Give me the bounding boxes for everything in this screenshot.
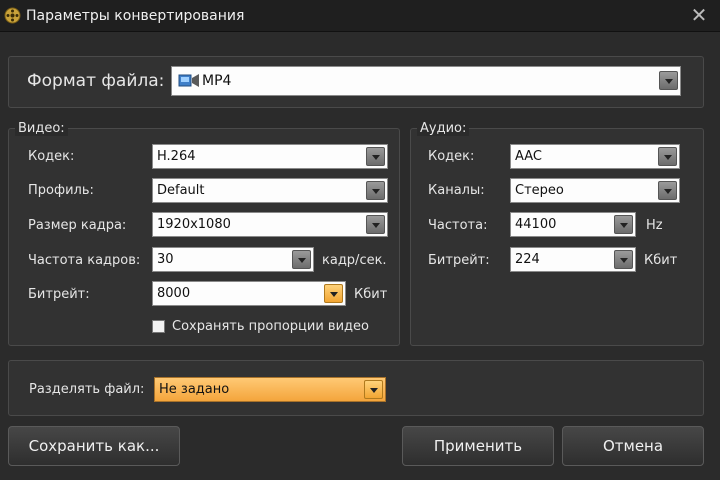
- chevron-down-icon[interactable]: [614, 215, 633, 234]
- frame-size-select[interactable]: 1920x1080: [152, 212, 388, 237]
- chevron-down-icon[interactable]: [292, 250, 311, 269]
- video-bitrate-select[interactable]: 8000: [152, 281, 346, 306]
- frame-size-value: 1920x1080: [157, 217, 231, 232]
- chevron-down-icon[interactable]: [614, 250, 633, 269]
- video-profile-select[interactable]: Default: [152, 178, 388, 203]
- keep-aspect-checkbox[interactable]: [152, 320, 165, 333]
- title-bar: Параметры конвертирования ✕: [0, 0, 720, 32]
- format-panel: Формат файла: MP4: [8, 56, 704, 108]
- split-panel: Разделять файл: Не задано: [8, 360, 704, 416]
- frequency-label: Частота:: [428, 218, 488, 233]
- video-codec-label: Кодек:: [28, 149, 75, 164]
- channels-value: Стерео: [515, 183, 564, 198]
- cancel-button[interactable]: Отмена: [562, 426, 704, 466]
- audio-bitrate-label: Битрейт:: [428, 253, 490, 268]
- channels-select[interactable]: Стерео: [510, 178, 680, 203]
- split-label: Разделять файл:: [29, 382, 145, 397]
- film-reel-icon: [4, 7, 21, 24]
- video-bitrate-value: 8000: [157, 286, 191, 301]
- video-group-label: Видео:: [15, 121, 68, 136]
- chevron-down-icon[interactable]: [324, 284, 343, 303]
- frame-size-label: Размер кадра:: [28, 218, 127, 233]
- chevron-down-icon[interactable]: [366, 181, 385, 200]
- audio-group-label: Аудио:: [417, 121, 470, 136]
- audio-codec-value: AAC: [515, 149, 542, 164]
- audio-bitrate-unit: Кбит: [644, 253, 678, 268]
- frequency-select[interactable]: 44100: [510, 212, 636, 237]
- video-codec-value: H.264: [157, 149, 196, 164]
- video-bitrate-unit: Кбит: [354, 287, 388, 302]
- chevron-down-icon[interactable]: [364, 380, 383, 399]
- format-label: Формат файла:: [27, 71, 165, 91]
- frequency-value: 44100: [515, 217, 557, 232]
- save-as-button[interactable]: Сохранить как...: [8, 426, 180, 466]
- chevron-down-icon[interactable]: [658, 147, 677, 166]
- frame-rate-value: 30: [157, 252, 174, 267]
- frame-rate-label: Частота кадров:: [28, 253, 141, 268]
- audio-bitrate-select[interactable]: 224: [510, 247, 636, 272]
- video-profile-label: Профиль:: [28, 183, 94, 198]
- apply-button[interactable]: Применить: [402, 426, 554, 466]
- frequency-unit: Hz: [646, 218, 663, 233]
- close-icon[interactable]: ✕: [688, 4, 710, 26]
- frame-rate-unit: кадр/сек.: [322, 253, 387, 268]
- chevron-down-icon[interactable]: [366, 147, 385, 166]
- audio-codec-label: Кодек:: [428, 149, 475, 164]
- keep-aspect-label[interactable]: Сохранять пропорции видео: [172, 319, 369, 334]
- video-codec-select[interactable]: H.264: [152, 144, 388, 169]
- audio-codec-select[interactable]: AAC: [510, 144, 680, 169]
- chevron-down-icon[interactable]: [366, 215, 385, 234]
- format-select[interactable]: MP4: [171, 66, 681, 96]
- split-select[interactable]: Не задано: [154, 377, 386, 402]
- split-value: Не задано: [159, 382, 230, 397]
- frame-rate-select[interactable]: 30: [152, 247, 314, 272]
- video-profile-value: Default: [157, 183, 205, 198]
- window-title: Параметры конвертирования: [26, 8, 245, 24]
- format-value: MP4: [202, 73, 232, 89]
- chevron-down-icon[interactable]: [658, 181, 677, 200]
- video-format-icon: [178, 74, 199, 87]
- chevron-down-icon[interactable]: [659, 71, 678, 90]
- channels-label: Каналы:: [428, 183, 485, 198]
- video-bitrate-label: Битрейт:: [28, 287, 90, 302]
- audio-bitrate-value: 224: [515, 252, 540, 267]
